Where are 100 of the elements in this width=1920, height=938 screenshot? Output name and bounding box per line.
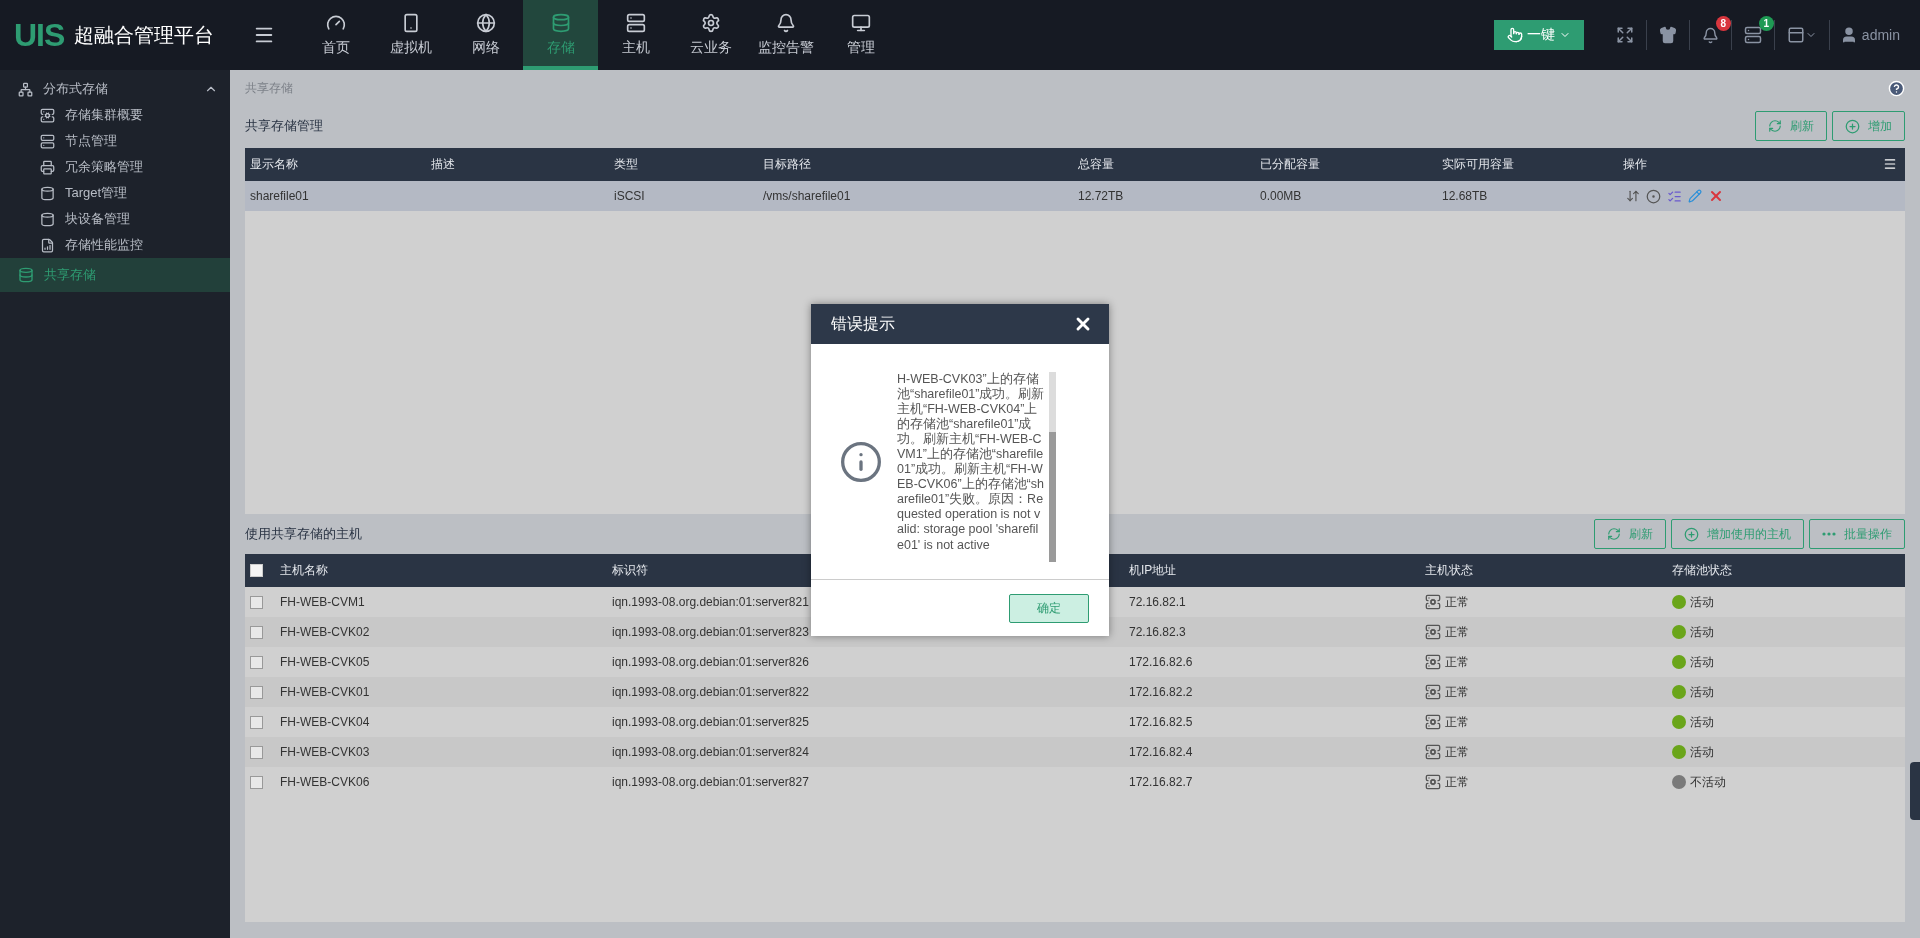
- server-status-icon: [1425, 654, 1441, 670]
- column-header: 标识符: [611, 562, 648, 579]
- server-status-icon: [1425, 594, 1441, 610]
- row-checkbox[interactable]: [250, 625, 263, 639]
- server-status-icon: [1425, 624, 1441, 640]
- refresh-icon: [1768, 119, 1782, 133]
- nav-tab[interactable]: 主机: [598, 0, 673, 70]
- table-cell-text: iqn.1993-08.org.debian:01:server823: [611, 625, 809, 639]
- host-status: 正常: [1445, 653, 1469, 671]
- table-cell-text: iqn.1993-08.org.debian:01:server821: [611, 595, 809, 609]
- shirt-icon: [1658, 26, 1677, 44]
- pool-status: 活动: [1690, 683, 1714, 701]
- edit-icon[interactable]: [1688, 189, 1702, 203]
- column-header: 目标路径: [762, 156, 811, 173]
- table-cell-text: 72.16.82.1: [1128, 595, 1186, 609]
- sidebar-item[interactable]: 块设备管理: [0, 206, 230, 232]
- dialog-title: 错误提示: [831, 313, 895, 334]
- pool-status: 活动: [1690, 743, 1714, 761]
- monitor-icon: [850, 12, 871, 33]
- info-icon: [839, 439, 883, 484]
- row-checkbox[interactable]: [250, 685, 263, 699]
- row-checkbox[interactable]: [250, 655, 263, 669]
- server-icon: [40, 107, 55, 123]
- column-header: 操作: [1622, 156, 1647, 173]
- table-cell-text: iSCSI: [613, 189, 645, 203]
- table-row[interactable]: sharefile01 iSCSI /vms/sharefile01 12.72TB 0.00MB 12.68TB: [245, 181, 1905, 211]
- sidebar-item[interactable]: 存储集群概要: [0, 102, 230, 128]
- sidebar-item[interactable]: Target管理: [0, 180, 230, 206]
- task-button[interactable]: 1: [1731, 20, 1775, 50]
- pool-status: 不活动: [1690, 773, 1726, 791]
- notification-button[interactable]: 8: [1689, 20, 1732, 50]
- row-checkbox[interactable]: [250, 745, 263, 759]
- sidebar-item[interactable]: 节点管理: [0, 128, 230, 154]
- app-title: 超融合管理平台: [74, 22, 215, 48]
- server-icon: [1743, 26, 1762, 44]
- column-menu-icon[interactable]: [1883, 157, 1897, 171]
- table-cell-text: FH-WEB-CVK02: [279, 625, 370, 639]
- nav-tab[interactable]: 管理: [823, 0, 898, 70]
- column-header: 实际可用容量: [1441, 156, 1514, 173]
- table-cell-text: sharefile01: [249, 189, 309, 203]
- breadcrumb: 共享存储: [245, 79, 293, 97]
- cylinder-icon: [40, 211, 55, 227]
- section-title: 使用共享存储的主机: [245, 525, 362, 543]
- table-cell-text: 172.16.82.6: [1128, 655, 1193, 669]
- column-header: 主机状态: [1424, 562, 1473, 579]
- nav-tab[interactable]: 首页: [298, 0, 373, 70]
- select-all-checkbox[interactable]: [250, 564, 263, 577]
- sidebar-group[interactable]: 分布式存储: [0, 76, 230, 102]
- column-header: 显示名称: [249, 156, 298, 173]
- nav-tab[interactable]: 云业务: [673, 0, 748, 70]
- table-cell-text: 0.00MB: [1259, 189, 1302, 203]
- column-header: 类型: [613, 156, 638, 173]
- server-status-icon: [1425, 744, 1441, 760]
- server-status-icon: [1425, 714, 1441, 730]
- side-handle[interactable]: [1910, 762, 1920, 820]
- add-icon: [1684, 526, 1699, 542]
- nav-tab[interactable]: 虚拟机: [373, 0, 448, 70]
- row-checkbox[interactable]: [250, 595, 263, 609]
- host-status: 正常: [1445, 713, 1469, 731]
- table-cell-text: 172.16.82.2: [1128, 685, 1193, 699]
- table-cell-text: 172.16.82.7: [1128, 775, 1193, 789]
- table-cell-text: FH-WEB-CVM1: [279, 595, 365, 609]
- help-icon[interactable]: [1888, 79, 1905, 97]
- report-icon: [40, 237, 55, 253]
- row-checkbox[interactable]: [250, 775, 263, 789]
- table-cell-text: iqn.1993-08.org.debian:01:server824: [611, 745, 809, 759]
- cylinder-icon: [40, 185, 55, 201]
- list-icon[interactable]: [1667, 188, 1682, 204]
- table-cell-text: 72.16.82.3: [1128, 625, 1186, 639]
- table-cell-text: FH-WEB-CVK01: [279, 685, 370, 699]
- table-cell-text: FH-WEB-CVK04: [279, 715, 370, 729]
- user-menu[interactable]: admin: [1829, 25, 1906, 45]
- pointer-icon: [1506, 27, 1523, 43]
- sidebar-item[interactable]: 存储性能监控: [0, 232, 230, 258]
- row-checkbox[interactable]: [250, 715, 263, 729]
- refresh-icon: [1607, 527, 1621, 541]
- table-cell-text: iqn.1993-08.org.debian:01:server827: [611, 775, 809, 789]
- pool-status: 活动: [1690, 623, 1714, 641]
- globe-icon: [475, 12, 496, 33]
- notification-badge: 8: [1715, 16, 1731, 31]
- table-cell-text: 172.16.82.5: [1128, 715, 1193, 729]
- sync-icon[interactable]: [1626, 189, 1640, 203]
- column-header: 机IP地址: [1128, 562, 1177, 579]
- bell-icon: [1701, 26, 1719, 44]
- add-icon: [1845, 118, 1860, 134]
- stop-icon[interactable]: [1646, 188, 1661, 204]
- database-icon: [550, 12, 571, 33]
- nav-tab[interactable]: 网络: [448, 0, 523, 70]
- pool-status: 活动: [1690, 713, 1714, 731]
- table-cell-text: FH-WEB-CVK06: [279, 775, 370, 789]
- table-cell-text: iqn.1993-08.org.debian:01:server826: [611, 655, 809, 669]
- host-status: 正常: [1445, 623, 1469, 641]
- scrollbar[interactable]: [1049, 371, 1056, 562]
- delete-icon[interactable]: [1708, 188, 1724, 204]
- sidebar-item[interactable]: 冗余策略管理: [0, 154, 230, 180]
- table-cell-text: FH-WEB-CVK03: [279, 745, 370, 759]
- server-icon: [625, 12, 646, 33]
- nav-tab[interactable]: 监控告警: [748, 0, 823, 70]
- server-status-icon: [1425, 684, 1441, 700]
- more-icon: [1822, 532, 1836, 536]
